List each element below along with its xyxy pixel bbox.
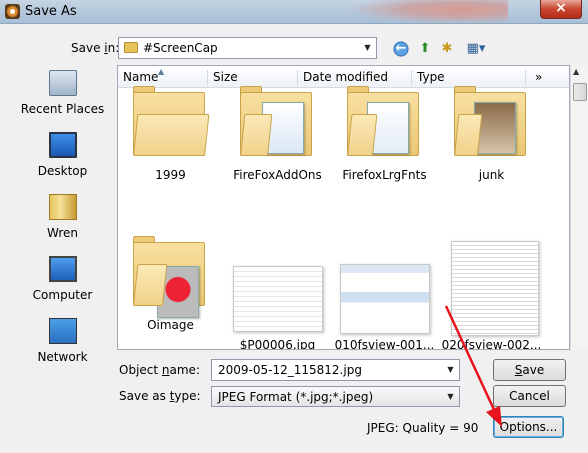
folder-icon [240,86,312,156]
scrollbar-thumb[interactable] [573,83,587,101]
computer-icon [49,256,77,282]
folder-icon [454,86,526,156]
folder-item-firefoxlrgfnts[interactable]: FirefoxLrgFnts [332,66,437,206]
item-label: $P00006.jpg [239,338,316,350]
item-label: FireFoxAddOns [233,168,322,182]
item-label: 010fsview-001... [334,338,435,350]
user-folder-icon [49,194,77,220]
window-title: Save As [25,4,77,19]
save-as-type-label: Save as type: [119,389,201,403]
scroll-up-icon[interactable]: ▲ [573,67,579,76]
folder-icon [133,236,205,318]
title-bar-background [348,0,508,24]
save-as-dialog: Save As × Save in: #ScreenCap ▼ ← ⬆ ✱ ▦▾… [0,0,588,453]
views-menu-icon[interactable]: ▦▾ [463,40,489,58]
image-thumbnail [233,266,323,332]
app-icon [5,4,20,19]
place-network[interactable]: Network [9,312,116,372]
up-folder-icon[interactable]: ⬆ [416,40,434,58]
place-recent-places[interactable]: Recent Places [9,64,116,124]
place-label: Network [37,350,88,364]
item-label: 1999 [155,168,186,182]
network-icon [49,318,77,344]
annotation-arrow-icon [444,305,502,427]
place-wren[interactable]: Wren [9,188,116,248]
save-as-type-value: JPEG Format (*.jpg;*.jpeg) [218,390,374,404]
image-thumbnail [340,264,430,334]
file-item-jpg-2[interactable]: 010fsview-001... [332,216,437,350]
folder-item-oimage[interactable]: Oimage [118,216,223,349]
close-button[interactable]: × [540,0,582,19]
places-bar: Recent Places Desktop Wren Computer Netw… [9,64,116,448]
recent-places-icon [49,70,77,96]
place-desktop[interactable]: Desktop [9,126,116,186]
item-label: Oimage [147,318,194,332]
chevron-down-icon[interactable]: ▼ [359,38,376,58]
place-label: Wren [47,226,78,240]
item-label: junk [478,168,505,182]
place-label: Computer [32,288,93,302]
save-as-type-dropdown[interactable]: JPEG Format (*.jpg;*.jpeg) ▼ [211,386,460,407]
new-folder-icon[interactable]: ✱ [438,40,456,58]
folder-item-1999[interactable]: 1999 [118,66,223,206]
save-in-label: Save in: [71,41,120,55]
save-in-value: #ScreenCap [143,41,218,55]
title-bar[interactable]: Save As × [0,0,588,24]
folder-item-firefoxaddons[interactable]: FireFoxAddOns [225,66,330,206]
folder-item-junk[interactable]: junk [439,66,544,206]
desktop-icon [49,132,77,158]
place-label: Recent Places [20,102,105,116]
place-computer[interactable]: Computer [9,250,116,310]
back-icon[interactable]: ← [392,40,410,58]
object-name-value: 2009-05-12_115812.jpg [218,363,362,377]
place-label: Desktop [37,164,88,178]
folder-icon [124,42,138,53]
object-name-input[interactable]: 2009-05-12_115812.jpg ▼ [211,359,460,381]
item-label: FirefoxLrgFnts [342,168,427,182]
vertical-scrollbar[interactable]: ▲ [570,65,588,350]
folder-icon [133,86,210,156]
folder-icon [347,86,419,156]
object-name-label: Object name: [119,363,200,377]
save-in-dropdown[interactable]: #ScreenCap ▼ [118,37,377,59]
file-item-jpg-1[interactable]: $P00006.jpg [225,216,330,350]
